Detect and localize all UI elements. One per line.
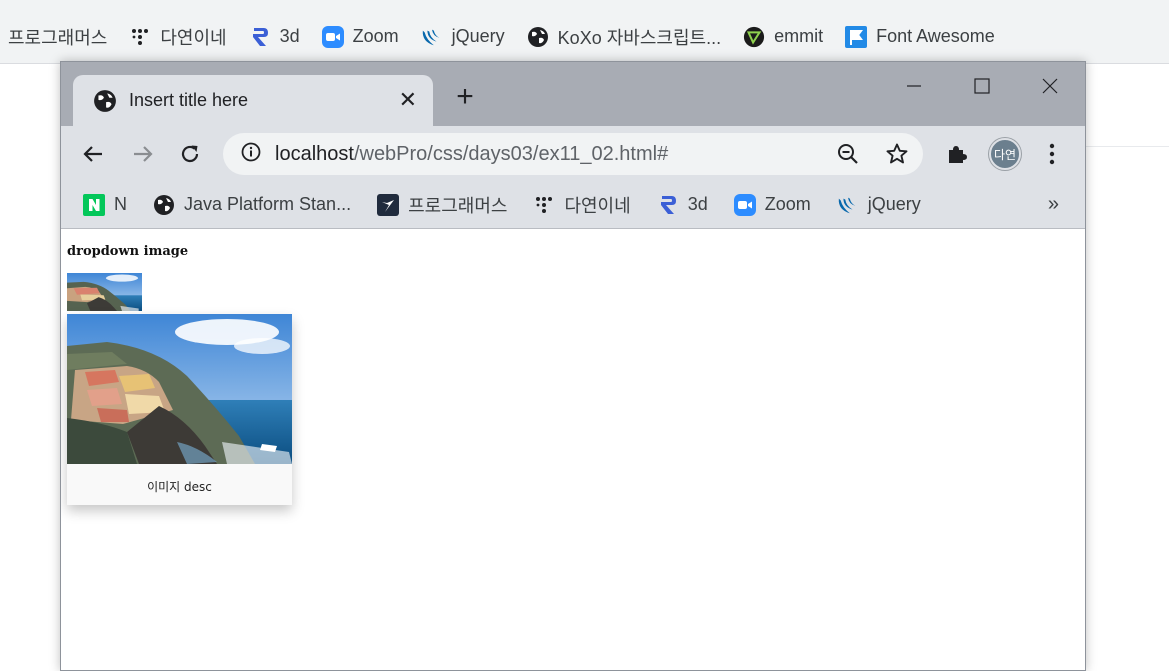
bookmark-label: jQuery [451,26,505,46]
programmers-icon [377,193,400,216]
bookmark-label: 3d [687,194,708,214]
bookmark-label: KoXo 자바스크립트... [557,27,722,48]
bookmark-java-platform[interactable]: Java Platform Stan... [153,190,351,220]
url-path: /webPro/css/days03/ex11_02.html# [353,142,669,165]
title-bar[interactable]: Insert title here ✕ + [61,62,1085,126]
bookmark-3d[interactable]: 3d [657,190,708,220]
bookmark-label: Font Awesome [876,26,995,46]
page-heading: dropdown image [67,244,189,259]
bookmark-label: Zoom [764,194,811,214]
url-host: localhost [275,142,354,165]
bookmarks-bar: N Java Platform Stan... 프로그래머스 다연이네 3d Z… [61,181,1085,229]
forward-icon[interactable] [127,138,159,170]
tab-close-icon[interactable]: ✕ [399,88,417,112]
background-bookmarks-bar: 프로그래머스 다연이네 3d Zoom jQuery KoXo 자바스크립트..… [0,10,1169,64]
bg-bookmark-zoom[interactable]: Zoom [321,22,399,52]
bookmark-label: 3d [279,26,300,46]
back-icon[interactable] [77,138,109,170]
bg-bookmark-jquery[interactable]: jQuery [421,22,505,52]
bookmark-naver[interactable]: N [83,190,127,220]
bookmark-programmers[interactable]: 프로그래머스 [377,190,507,220]
dots-logo-icon [533,194,555,216]
bookmark-dayeon[interactable]: 다연이네 [533,190,631,220]
dropdown-large-image [67,314,292,464]
bg-bookmark-fontawesome[interactable]: Font Awesome [845,22,995,52]
bookmark-star-icon[interactable] [885,142,909,171]
url-text: localhost/webPro/css/days03/ex11_02.html… [275,143,668,166]
browser-window: Insert title here ✕ + localhost/webPro/c [60,61,1086,671]
bg-bookmark-programmers[interactable]: 프로그래머스 [8,22,107,52]
dropdown-description: 이미지 desc [147,480,212,494]
close-window-icon[interactable] [1027,72,1073,100]
site-info-icon[interactable] [241,142,261,167]
bookmark-label: 프로그래머스 [408,195,508,216]
bookmark-label: Java Platform Stan... [184,194,352,214]
dots-logo-icon [129,26,151,48]
zoom-out-icon[interactable] [837,143,859,170]
bookmark-label: jQuery [867,194,921,214]
menu-kebab-icon[interactable] [1036,138,1068,170]
bookmark-label: emmit [774,26,824,46]
page-content: dropdown image 이미지 desc [61,229,1085,670]
bg-bookmark-dayeon[interactable]: 다연이네 [129,22,227,52]
navigation-toolbar: localhost/webPro/css/days03/ex11_02.html… [61,126,1085,181]
bookmark-label: 다연이네 [564,195,631,216]
jquery-icon [421,26,443,48]
bookmark-label: 다연이네 [160,27,227,48]
bookmark-label: 프로그래머스 [8,27,108,48]
bookmark-label: Zoom [352,26,399,46]
extensions-icon[interactable] [941,138,973,170]
flag-icon [845,25,868,48]
background-divider [1086,146,1169,147]
bg-bookmark-emmit[interactable]: emmit [743,22,823,52]
globe-icon [527,26,549,48]
globe-icon [93,89,117,113]
tab-active[interactable]: Insert title here ✕ [73,75,433,126]
address-bar[interactable]: localhost/webPro/css/days03/ex11_02.html… [223,133,923,175]
bookmarks-overflow-chevron[interactable]: » [1048,193,1059,216]
tab-title: Insert title here [129,90,249,110]
jquery-icon [837,194,859,216]
zoom-icon [321,25,344,48]
r-logo-icon [249,26,271,48]
dropdown-thumbnail-image[interactable] [67,273,142,311]
bookmark-jquery[interactable]: jQuery [837,190,921,220]
emmet-icon [743,26,765,48]
bg-bookmark-3d[interactable]: 3d [249,22,300,52]
naver-icon [83,193,105,216]
bookmark-label: N [114,194,127,214]
new-tab-icon[interactable]: + [453,82,477,112]
dropdown-panel: 이미지 desc [67,314,292,505]
bookmark-zoom[interactable]: Zoom [733,190,811,220]
zoom-icon [733,193,756,216]
bg-bookmark-koxo[interactable]: KoXo 자바스크립트... [527,22,721,52]
minimize-icon[interactable] [891,72,937,100]
profile-avatar[interactable]: 다연 [989,138,1021,170]
maximize-icon[interactable] [959,72,1005,100]
background-window-strip [0,0,1169,10]
reload-icon[interactable] [174,138,206,170]
globe-icon [153,194,175,216]
r-logo-icon [657,194,679,216]
